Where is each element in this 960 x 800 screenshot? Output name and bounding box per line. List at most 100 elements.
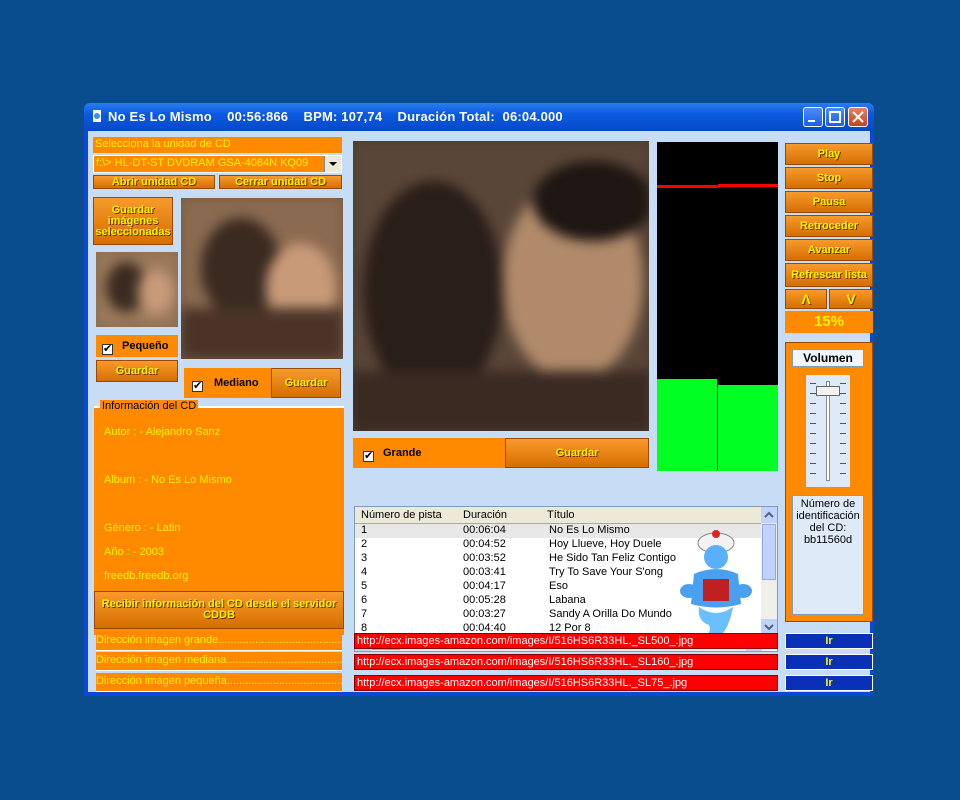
track-title: Sandy A Orilla Do Mundo [549, 608, 672, 620]
main-window: No Es Lo Mismo 00:56:866 BPM: 107,74 Dur… [84, 103, 874, 696]
fetch-cddb-button[interactable]: Recibir información del CD desde el serv… [94, 591, 344, 629]
track-title: Try To Save Your S'ong [549, 566, 664, 578]
rewind-button[interactable]: Retroceder [785, 215, 873, 237]
track-number: 3 [361, 552, 368, 564]
volume-panel: Volumen Número de identificación del CD:… [785, 342, 873, 622]
cd-drive-value: f:\> HL-DT-ST DVDRAM GSA-4084N KQ09 [96, 157, 309, 169]
pause-button[interactable]: Pausa [785, 191, 873, 213]
track-duration: 00:04:52 [463, 538, 506, 550]
cd-author: Autor : - Alejandro Sanz [104, 426, 221, 438]
medium-image-url[interactable]: http://ecx.images-amazon.com/images/I/51… [354, 654, 778, 670]
track-number: 4 [361, 566, 368, 578]
track-number: 7 [361, 608, 368, 620]
medium-cover-image[interactable] [181, 198, 343, 359]
save-selected-images-button[interactable]: Guardar imágenes seleccionadas [93, 197, 173, 245]
col-track-number[interactable]: Número de pista [361, 509, 442, 521]
maximize-icon [829, 111, 841, 123]
large-cover-image[interactable] [353, 141, 649, 431]
small-image-address: Dirección imagen pequeña................… [96, 673, 342, 692]
save-small-button[interactable]: Guardar [96, 360, 178, 382]
cd-album: Album : - No Es Lo Mismo [104, 474, 232, 486]
save-large-button[interactable]: Guardar [505, 438, 649, 468]
right-peak-line [718, 184, 778, 187]
large-image-label: Grande [383, 447, 422, 459]
cd-info-title: Información del CD [100, 400, 199, 412]
track-title: Hoy Llueve, Hoy Duele [549, 538, 662, 550]
scroll-up-icon[interactable] [761, 507, 777, 523]
cd-year: Año : - 2003 [104, 546, 164, 558]
col-title[interactable]: Título [547, 509, 575, 521]
window-title: No Es Lo Mismo 00:56:866 BPM: 107,74 Dur… [108, 109, 563, 124]
left-level-bar [657, 379, 717, 471]
stop-button[interactable]: Stop [785, 167, 873, 189]
large-image-url[interactable]: http://ecx.images-amazon.com/images/I/51… [354, 633, 778, 649]
minimize-button[interactable] [803, 107, 823, 127]
right-channel [718, 142, 778, 471]
track-title: No Es Lo Mismo [549, 524, 630, 536]
large-image-address: Dirección imagen grande.................… [96, 632, 342, 651]
track-list-header: Número de pista Duración Título [355, 507, 762, 524]
title-bar[interactable]: No Es Lo Mismo 00:56:866 BPM: 107,74 Dur… [84, 103, 874, 131]
track-duration: 00:03:27 [463, 608, 506, 620]
small-image-checkbox[interactable] [102, 342, 113, 356]
forward-button[interactable]: Avanzar [785, 239, 873, 261]
scroll-thumb[interactable] [762, 524, 776, 580]
level-meter [657, 142, 778, 471]
volume-ticks-right [840, 383, 846, 483]
cd-server: freedb.freedb.org [104, 570, 189, 582]
close-icon [852, 111, 864, 123]
cd-select-label: Selecciona la unidad de CD [93, 137, 342, 153]
close-cd-button[interactable]: Cerrar unidad CD [219, 175, 342, 189]
track-number: 1 [361, 524, 368, 536]
right-level-bar [718, 385, 778, 471]
volume-thumb[interactable] [816, 386, 840, 396]
small-image-label: Pequeño [122, 340, 169, 352]
cd-drive-select[interactable]: f:\> HL-DT-ST DVDRAM GSA-4084N KQ09 [93, 155, 342, 173]
up-button[interactable]: Λ [785, 289, 827, 309]
save-medium-button[interactable]: Guardar [271, 368, 341, 398]
medium-image-address: Dirección imagen mediana................… [96, 652, 342, 671]
down-button[interactable]: V [829, 289, 873, 309]
cd-id-box: Número de identificación del CD: bb11560… [792, 495, 864, 615]
go-large-button[interactable]: Ir [785, 633, 873, 649]
large-image-checkbox[interactable] [363, 449, 374, 463]
go-small-button[interactable]: Ir [785, 675, 873, 691]
track-number: 6 [361, 594, 368, 606]
col-duration[interactable]: Duración [463, 509, 507, 521]
small-image-row: Pequeño [96, 335, 178, 357]
genie-mascot-icon [680, 530, 752, 642]
track-title: Eso [549, 580, 568, 592]
medium-image-checkbox[interactable] [192, 379, 203, 393]
minimize-icon [808, 120, 815, 122]
small-cover-image[interactable] [96, 252, 178, 327]
track-duration: 00:03:41 [463, 566, 506, 578]
track-number: 2 [361, 538, 368, 550]
large-image-row: Grande [353, 438, 505, 468]
dropdown-arrow-icon[interactable] [324, 156, 341, 172]
track-title: He Sido Tan Feliz Contigo [549, 552, 676, 564]
open-cd-button[interactable]: Abrir unidad CD [93, 175, 215, 189]
app-icon [93, 110, 101, 122]
volume-label: Volumen [792, 349, 864, 367]
track-duration: 00:03:52 [463, 552, 506, 564]
close-button[interactable] [848, 107, 868, 127]
small-image-url[interactable]: http://ecx.images-amazon.com/images/I/51… [354, 675, 778, 691]
volume-ticks-left [810, 383, 816, 483]
track-duration: 00:06:04 [463, 524, 506, 536]
left-channel [657, 142, 717, 471]
percent-display: 15% [785, 311, 873, 333]
play-button[interactable]: Play [785, 143, 873, 165]
maximize-button[interactable] [825, 107, 845, 127]
cd-genre: Género : - Latin [104, 522, 181, 534]
volume-track [826, 381, 830, 481]
refresh-list-button[interactable]: Refrescar lista [785, 263, 873, 287]
volume-slider[interactable] [806, 375, 850, 487]
medium-image-label: Mediano [214, 377, 259, 389]
track-list[interactable]: Número de pista Duración Título 1 00:06:0… [354, 506, 778, 652]
track-title: Labana [549, 594, 586, 606]
client-area: Selecciona la unidad de CD f:\> HL-DT-ST… [88, 131, 873, 692]
vertical-scrollbar[interactable] [761, 507, 777, 635]
left-peak-line [657, 185, 717, 188]
go-medium-button[interactable]: Ir [785, 654, 873, 670]
track-number: 5 [361, 580, 368, 592]
